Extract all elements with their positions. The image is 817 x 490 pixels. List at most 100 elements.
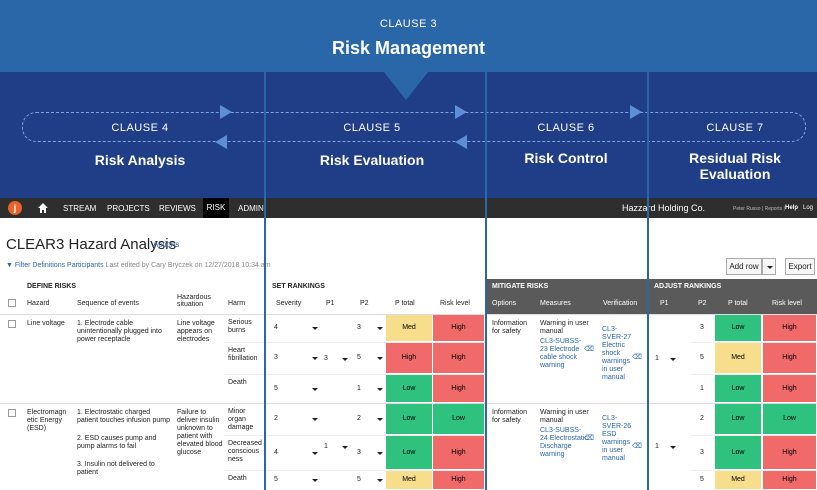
col-sequence: Sequence of events — [77, 300, 139, 307]
p2-select[interactable]: 3 — [357, 449, 361, 456]
ptotal-badge: Low — [386, 404, 432, 434]
nav-risk[interactable]: RISK — [203, 198, 229, 218]
p2-select[interactable]: 5 — [357, 476, 361, 483]
trash-icon[interactable]: ⌫ — [632, 443, 642, 451]
participants-link[interactable]: Participants — [67, 262, 104, 269]
measure-link[interactable]: CL3-SUBSS-24 Electrostatic Discharge war… — [540, 427, 588, 459]
adj-risk-level-badge: High — [763, 436, 816, 469]
col-adj-p2: P2 — [698, 300, 707, 307]
adj-p2-value[interactable]: 5 — [700, 476, 704, 483]
log-link[interactable]: Log — [803, 205, 813, 211]
nav-projects[interactable]: PROJECTS — [107, 204, 150, 213]
option-cell[interactable]: Information for safety — [492, 320, 537, 336]
row-checkbox[interactable] — [8, 409, 16, 417]
app-logo[interactable]: j — [8, 201, 22, 215]
definitions-link[interactable]: Definitions — [32, 262, 65, 269]
situation-cell[interactable]: Failure to deliver insulin unknown to pa… — [177, 409, 223, 457]
verification-link[interactable]: CL3-SVER-26 ESD warnings in user manual — [602, 415, 632, 463]
filter-icon[interactable]: ▼ — [6, 262, 13, 269]
actions-link[interactable]: Actions — [153, 240, 179, 249]
select-all-checkbox[interactable] — [8, 299, 16, 307]
harm-cell[interactable]: Death — [228, 475, 262, 483]
home-icon[interactable] — [38, 203, 48, 213]
harm-cell[interactable]: Decreased conscious ness — [228, 440, 262, 464]
adj-p2-value[interactable]: 1 — [700, 385, 704, 392]
chevron-down-icon — [670, 445, 676, 449]
banner-header — [0, 0, 817, 72]
hazard-cell[interactable]: Line voltage — [27, 320, 73, 328]
clause-banner: CLAUSE 3 Risk Management CLAUSE 4 Risk A… — [0, 0, 817, 198]
user-links[interactable]: Peter Russo | Reports | — [733, 206, 785, 212]
severity-select[interactable]: 2 — [274, 415, 278, 422]
sequence-cell[interactable]: 3. Insulin not delivered to patient — [77, 461, 172, 477]
sequence-cell[interactable]: 1. Electrode cable unintentionally plugg… — [77, 320, 172, 344]
adj-p1-select[interactable]: 1 — [655, 355, 659, 362]
clause-4-label: CLAUSE 4 — [111, 122, 169, 134]
adj-p2-value[interactable]: 3 — [700, 449, 704, 456]
adj-p2-value[interactable]: 5 — [700, 354, 704, 361]
adj-risk-level-badge: High — [763, 375, 816, 402]
adj-ptotal-badge: Low — [715, 375, 761, 402]
p2-select[interactable]: 3 — [357, 324, 361, 331]
trash-icon[interactable]: ⌫ — [584, 346, 594, 354]
chevron-down-icon — [377, 418, 383, 421]
option-cell[interactable]: Information for safety — [492, 409, 537, 425]
add-row-button[interactable]: Add row — [726, 258, 762, 275]
severity-select[interactable]: 5 — [274, 476, 278, 483]
clause-4-title: Risk Analysis — [94, 152, 186, 168]
col-severity: Severity — [276, 300, 302, 307]
harm-cell[interactable]: Minor organ damage — [228, 408, 262, 432]
severity-select[interactable]: 4 — [274, 449, 278, 456]
define-risks-header: DEFINE RISKS — [27, 283, 77, 290]
arrow-right-icon — [220, 105, 232, 119]
harm-cell[interactable]: Serious burns — [228, 319, 262, 335]
measure-link[interactable]: CL3-SUBSS-23 Electrode cable shock warni… — [540, 338, 588, 370]
export-button[interactable]: Export — [785, 258, 815, 275]
adj-p2-value[interactable]: 2 — [700, 415, 704, 422]
p2-select[interactable]: 5 — [357, 354, 361, 361]
harm-cell[interactable]: Heart fibrillation — [228, 347, 262, 363]
risk-level-badge: Low — [433, 404, 484, 434]
nav-reviews[interactable]: REVIEWS — [159, 204, 196, 213]
p2-select[interactable]: 2 — [357, 415, 361, 422]
col-options: Options — [492, 300, 517, 307]
clause-5-title: Risk Evaluation — [319, 152, 425, 168]
row-checkbox[interactable] — [8, 320, 16, 328]
help-link[interactable]: Help — [785, 205, 798, 211]
p1-select[interactable]: 1 — [324, 443, 328, 450]
page-title: CLEAR3 Hazard Analysis — [6, 236, 177, 253]
verification-link[interactable]: CL3-SVER-27 Electric shock warnings in u… — [602, 326, 632, 382]
filter-link[interactable]: Filter — [15, 262, 31, 269]
situation-cell[interactable]: Line voltage appears on electrodes — [177, 320, 223, 344]
trash-icon[interactable]: ⌫ — [632, 354, 642, 362]
trash-icon[interactable]: ⌫ — [584, 435, 594, 443]
chevron-down-icon — [377, 327, 383, 330]
chevron-down-icon — [377, 357, 383, 360]
adj-p1-select[interactable]: 1 — [655, 443, 659, 450]
p2-select[interactable]: 1 — [357, 385, 361, 392]
risk-level-badge: High — [433, 436, 484, 469]
col-harm: Harm — [228, 300, 246, 307]
harm-cell[interactable]: Death — [228, 379, 262, 387]
sequence-cell[interactable]: 2. ESD causes pump and pump alarms to fa… — [77, 435, 172, 451]
add-row-dropdown[interactable] — [762, 258, 776, 275]
adj-risk-level-badge: High — [763, 315, 816, 341]
chevron-down-icon — [342, 445, 348, 449]
risk-level-badge: High — [433, 315, 484, 341]
sequence-cell[interactable]: 1. Electrostatic charged patient touches… — [77, 409, 172, 425]
banner-notch — [384, 72, 428, 100]
measure-text: Warning in user manual — [540, 320, 589, 335]
nav-stream[interactable]: STREAM — [63, 204, 96, 213]
chevron-down-icon — [312, 479, 318, 482]
adj-p2-value[interactable]: 3 — [700, 324, 704, 331]
col-verification: Verification — [603, 300, 638, 307]
severity-select[interactable]: 5 — [274, 385, 278, 392]
hazard-cell[interactable]: Electromagn etic Energy (ESD) — [27, 409, 73, 433]
p1-select[interactable]: 3 — [324, 355, 328, 362]
adjust-rankings-header: ADJUST RANKINGS — [654, 283, 722, 290]
nav-admin[interactable]: ADMIN — [238, 204, 264, 213]
severity-select[interactable]: 3 — [274, 354, 278, 361]
clause-6-label: CLAUSE 6 — [537, 122, 595, 134]
top-nav: j STREAM PROJECTS REVIEWS RISK ADMIN Haz… — [0, 198, 817, 218]
severity-select[interactable]: 4 — [274, 324, 278, 331]
